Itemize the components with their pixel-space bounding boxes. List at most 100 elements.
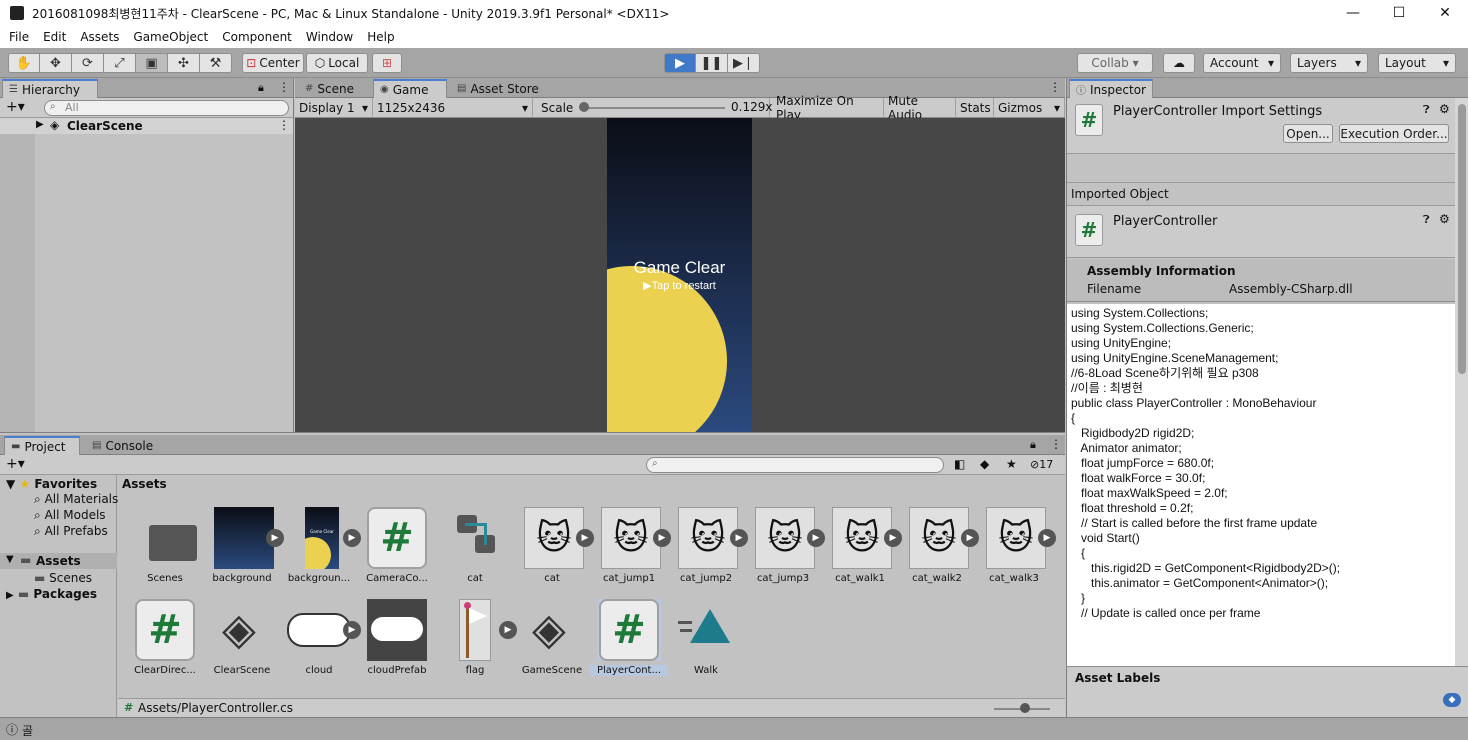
asset-item[interactable]: cat	[436, 507, 514, 584]
asset-item[interactable]: 🐱︎ ▶ cat_jump3	[744, 507, 825, 584]
display-dropdown[interactable]: Display 1 ▾	[295, 98, 373, 117]
favorites-node[interactable]: ▼ ★ Favorites	[6, 477, 97, 491]
asset-item[interactable]: ▶ background	[203, 507, 284, 584]
menu-component[interactable]: Component	[215, 30, 299, 44]
transform-tool-icon[interactable]: ✣	[168, 53, 200, 73]
pivot-center-button[interactable]: ⊡ Center	[242, 53, 304, 73]
layout-dropdown[interactable]: Layout ▾	[1378, 53, 1456, 73]
move-tool-icon[interactable]: ✥	[40, 53, 72, 73]
expand-arrow-icon[interactable]: ▶	[36, 119, 44, 130]
resolution-dropdown[interactable]: 1125x2436 ▾	[373, 98, 533, 117]
execution-order-button[interactable]: Execution Order...	[1339, 124, 1449, 143]
scale-slider-track[interactable]	[583, 107, 725, 109]
menu-gameobject[interactable]: GameObject	[126, 30, 215, 44]
tab-game[interactable]: ◉ Game	[373, 79, 447, 98]
favorite-item[interactable]: ⌕ All Materials	[34, 492, 118, 507]
asset-item[interactable]: Game Clear ▶ backgroun...	[280, 507, 361, 584]
kebab-menu-icon[interactable]: ⋮	[1050, 437, 1062, 451]
lock-icon[interactable]: 🔒︎	[1030, 438, 1036, 452]
expand-sprite-icon[interactable]: ▶	[1038, 529, 1056, 547]
game-screen[interactable]: Game Clear ▶Tap to restart	[607, 118, 752, 432]
asset-item[interactable]: 🐱︎ ▶ cat	[513, 507, 594, 584]
menu-window[interactable]: Window	[299, 30, 360, 44]
cloud-icon[interactable]: ☁	[1163, 53, 1195, 73]
menu-help[interactable]: Help	[360, 30, 401, 44]
hidden-packages-toggle[interactable]: ⊘17	[1030, 458, 1053, 471]
tab-scene[interactable]: # Scene	[299, 79, 369, 98]
menu-edit[interactable]: Edit	[36, 30, 73, 44]
minimize-button[interactable]: —	[1330, 0, 1376, 26]
tab-hierarchy[interactable]: ☰ Hierarchy	[2, 79, 98, 98]
gear-icon[interactable]: ⚙	[1439, 102, 1450, 116]
asset-item[interactable]: Walk	[667, 599, 745, 676]
gizmos-dropdown[interactable]: Gizmos ▾	[994, 98, 1065, 117]
help-icon[interactable]: ❓︎	[1423, 213, 1430, 227]
tab-inspector[interactable]: ⓘ Inspector	[1069, 79, 1153, 98]
step-button[interactable]: ▶❘	[728, 53, 760, 73]
gear-icon[interactable]: ⚙	[1439, 212, 1450, 226]
mute-audio-toggle[interactable]: Mute Audio	[884, 94, 956, 122]
star-icon[interactable]: ★	[1006, 457, 1017, 471]
pause-button[interactable]: ❚❚	[696, 53, 728, 73]
kebab-menu-icon[interactable]: ⋮	[278, 118, 290, 132]
asset-item[interactable]: # ClearDirec...	[126, 599, 204, 676]
rect-tool-icon[interactable]: ▣	[136, 53, 168, 73]
assets-node[interactable]: ▼ ▬ Assets	[0, 553, 117, 569]
tab-console[interactable]: ▤ Console	[86, 436, 166, 455]
hierarchy-search-input[interactable]: All	[44, 100, 289, 116]
rotate-tool-icon[interactable]: ⟳	[72, 53, 104, 73]
account-dropdown[interactable]: Account ▾	[1203, 53, 1281, 73]
play-button[interactable]: ▶	[664, 53, 696, 73]
asset-item[interactable]: # CameraCo...	[358, 507, 436, 584]
icon-size-slider-thumb[interactable]	[1020, 703, 1030, 713]
asset-item[interactable]: ◈ ClearScene	[203, 599, 281, 677]
scale-slider-thumb[interactable]	[579, 102, 589, 112]
inspector-scrollbar-thumb[interactable]	[1458, 104, 1466, 374]
scale-tool-icon[interactable]: ⤢	[104, 53, 136, 73]
menu-assets[interactable]: Assets	[73, 30, 126, 44]
asset-item[interactable]: ▶ flag	[436, 599, 517, 676]
open-button[interactable]: Open...	[1283, 124, 1333, 143]
asset-item[interactable]: cloudPrefab	[358, 599, 436, 676]
code-line: float walkForce = 30.0f;	[1071, 471, 1206, 485]
asset-item[interactable]: 🐱︎ ▶ cat_jump1	[590, 507, 671, 584]
layers-dropdown[interactable]: Layers ▾	[1290, 53, 1368, 73]
lock-icon[interactable]: 🔒︎	[258, 81, 264, 95]
tab-asset-store[interactable]: ▤ Asset Store	[451, 79, 551, 98]
inspector-scrollbar[interactable]	[1455, 98, 1468, 666]
add-icon[interactable]: +▾	[6, 456, 25, 472]
hand-tool-icon[interactable]: ✋	[8, 53, 40, 73]
asset-item[interactable]: 🐱︎ ▶ cat_jump2	[667, 507, 748, 584]
favorite-item[interactable]: ⌕ All Models	[34, 508, 106, 523]
collab-button[interactable]: Collab ▾	[1077, 53, 1153, 73]
tab-project[interactable]: ▬ Project	[4, 436, 80, 455]
asset-item[interactable]: 🐱︎ ▶ cat_walk1	[821, 507, 902, 584]
add-icon[interactable]: +▾	[6, 99, 25, 115]
maximize-button[interactable]: ☐	[1376, 0, 1422, 26]
asset-item[interactable]: Scenes	[126, 507, 204, 584]
breadcrumb[interactable]: Assets	[122, 477, 167, 491]
favorite-item[interactable]: ⌕ All Prefabs	[34, 524, 108, 539]
menu-file[interactable]: File	[2, 30, 36, 44]
custom-tool-icon[interactable]: ⚒	[200, 53, 232, 73]
asset-item[interactable]: # PlayerCont...	[590, 599, 668, 676]
pivot-local-button[interactable]: ⬡ Local	[306, 53, 368, 73]
grid-snap-icon[interactable]: ⊞	[372, 53, 402, 73]
scene-row[interactable]: ▶ ◈ ClearScene ⋮	[0, 118, 293, 134]
asset-item[interactable]: ▶ cloud	[280, 599, 361, 676]
kebab-menu-icon[interactable]: ⋮	[278, 80, 290, 94]
help-icon[interactable]: ❓︎	[1423, 103, 1430, 117]
filter-type-icon[interactable]: ◧	[954, 457, 965, 471]
asset-item[interactable]: 🐱︎ ▶ cat_walk3	[975, 507, 1056, 584]
project-search-input[interactable]	[646, 457, 944, 473]
kebab-menu-icon[interactable]: ⋮	[1049, 80, 1061, 94]
asset-item[interactable]: ◈ GameScene	[513, 599, 591, 677]
folder-scenes[interactable]: ▬ Scenes	[34, 571, 92, 585]
maximize-on-play-toggle[interactable]: Maximize On Play	[772, 94, 884, 122]
close-button[interactable]: ✕	[1422, 0, 1468, 26]
stats-toggle[interactable]: Stats	[956, 98, 994, 117]
label-tag-icon[interactable]: ◆	[980, 457, 989, 471]
asset-item[interactable]: 🐱︎ ▶ cat_walk2	[898, 507, 979, 584]
packages-node[interactable]: ▶ ▬ Packages	[6, 587, 97, 601]
label-tag-icon[interactable]: ◆	[1443, 693, 1461, 707]
